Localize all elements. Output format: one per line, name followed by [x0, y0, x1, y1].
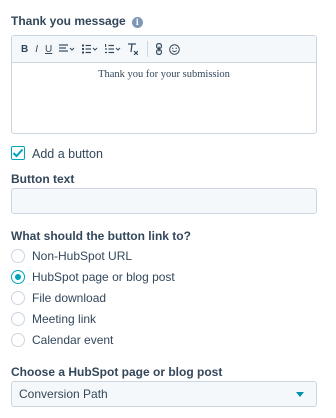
toolbar-divider [147, 41, 149, 57]
link-icon[interactable] [156, 40, 163, 58]
thank-you-message-label-text: Thank you message [11, 14, 126, 28]
align-icon[interactable] [59, 40, 75, 58]
radio-button[interactable] [11, 249, 25, 263]
thank-you-message-label: Thank you message i [11, 14, 143, 28]
editor-toolbar: B I U [12, 36, 316, 63]
button-text-input[interactable] [11, 188, 317, 214]
bold-icon[interactable]: B [21, 40, 28, 58]
radio-label: Calendar event [32, 333, 114, 347]
add-button-label[interactable]: Add a button [32, 147, 103, 161]
emoji-icon[interactable] [169, 40, 181, 58]
clear-format-icon[interactable] [128, 40, 139, 58]
editor-content[interactable]: Thank you for your submission [12, 63, 316, 80]
radio-button[interactable] [11, 333, 25, 347]
radio-label: HubSpot page or blog post [32, 270, 175, 284]
checkmark-icon [12, 148, 24, 158]
radio-label: Non-HubSpot URL [32, 249, 133, 263]
radio-button[interactable] [11, 312, 25, 326]
thank-you-message-editor[interactable]: B I U Thank you for your submission [11, 35, 317, 134]
numbered-list-icon[interactable] [105, 40, 121, 58]
select-value: Conversion Path [19, 387, 108, 401]
radio-label: Meeting link [32, 312, 97, 326]
radio-button[interactable] [11, 291, 25, 305]
radio-label: File download [32, 291, 107, 305]
radio-option-file-download[interactable]: File download [11, 290, 106, 306]
radio-option-hubspot-page[interactable]: HubSpot page or blog post [11, 269, 175, 285]
radio-option-meeting-link[interactable]: Meeting link [11, 311, 96, 327]
add-button-checkbox[interactable] [11, 146, 25, 160]
button-link-label: What should the button link to? [11, 229, 191, 243]
bulleted-list-icon[interactable] [82, 40, 98, 58]
radio-option-non-hubspot-url[interactable]: Non-HubSpot URL [11, 248, 132, 264]
radio-option-calendar-event[interactable]: Calendar event [11, 332, 113, 348]
radio-button-selected[interactable] [11, 270, 25, 284]
underline-icon[interactable]: U [45, 40, 52, 58]
caret-down-icon[interactable] [296, 392, 304, 397]
button-text-label: Button text [11, 172, 75, 186]
info-icon[interactable]: i [131, 17, 143, 28]
choose-page-select[interactable]: Conversion Path [11, 381, 317, 407]
italic-icon[interactable]: I [35, 40, 38, 58]
choose-page-label: Choose a HubSpot page or blog post [11, 365, 223, 379]
